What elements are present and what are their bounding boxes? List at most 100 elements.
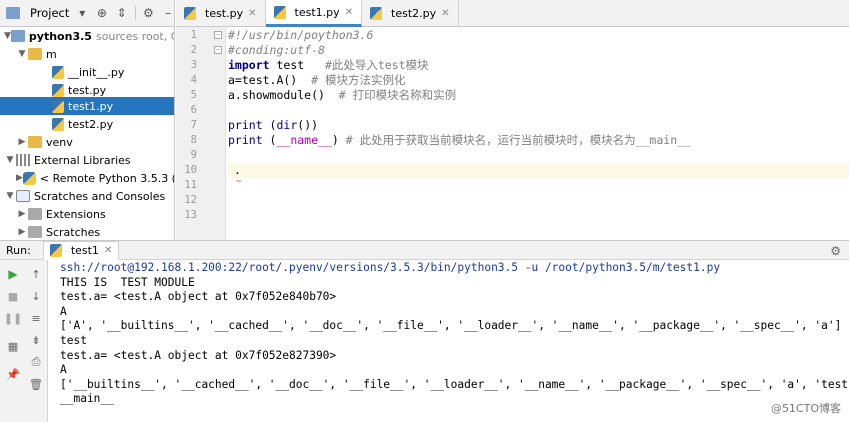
code-line-8: print (__name__) # 此处用于获取当前模块名，运行当前模块时，模…	[228, 133, 691, 148]
chevron-down-icon[interactable]: ▼	[16, 49, 28, 59]
run-tab-label: test1	[70, 244, 99, 257]
comment: # 打印模块名称和实例	[324, 88, 457, 102]
code-line-7: print (dir())	[228, 118, 318, 133]
fold-icon[interactable]: −	[214, 31, 222, 39]
gear-icon[interactable]: ⚙	[142, 6, 156, 20]
tab-test-py[interactable]: test.py ✕	[176, 0, 266, 27]
python-file-icon	[273, 5, 286, 19]
down-arrow-icon[interactable]: ↓	[28, 288, 44, 304]
code-text: (	[262, 133, 277, 147]
code-area[interactable]: #!/usr/bin/poython3.6 #conding:utf-8 imp…	[228, 27, 849, 240]
tab-label: test.py	[205, 7, 244, 20]
code-text: ())	[297, 118, 319, 132]
console-line: test.a= <test.A object at 0x7f052e827390…	[60, 348, 337, 362]
pause-icon[interactable]: ❚❚	[4, 310, 22, 326]
console-line: ssh://root@192.168.1.200:22/root/.pyenv/…	[60, 261, 721, 274]
locate-icon[interactable]: ⊕	[95, 6, 109, 20]
up-arrow-icon[interactable]: ↑	[28, 266, 44, 282]
line-number: 4	[190, 74, 197, 86]
chevron-down-icon[interactable]: ▼	[4, 191, 16, 201]
line-number: 10	[184, 164, 197, 176]
chevron-right-icon[interactable]: ▶	[16, 137, 28, 147]
console-line: ['A', '__builtins__', '__cached__', '__d…	[60, 319, 842, 333]
tree-item-external-libraries[interactable]: ▼ External Libraries	[0, 151, 174, 169]
line-number: 2	[190, 44, 197, 56]
code-line-1: #!/usr/bin/poython3.6	[228, 28, 373, 43]
rerun-icon[interactable]: ▶	[5, 266, 21, 282]
tree-item-label: Extensions	[46, 207, 106, 221]
console-line: test.a= <test.A object at 0x7f052e840b70…	[60, 290, 337, 304]
gear-icon[interactable]: ⚙	[830, 244, 841, 258]
keyword: import	[228, 58, 270, 72]
tree-item-venv[interactable]: ▶ venv	[0, 133, 174, 151]
console-line: A	[60, 363, 67, 377]
project-panel-title[interactable]: Project	[30, 6, 69, 20]
scroll-to-end-icon[interactable]: ⇟	[28, 332, 44, 348]
line-number: 12	[184, 194, 197, 206]
tree-item-python3.5[interactable]: ▼ python3.5 sources root, C:\	[0, 27, 174, 45]
tree-item-scratches-and-consoles[interactable]: ▼ Scratches and Consoles	[0, 187, 174, 205]
code-text: )	[331, 133, 339, 147]
print-icon[interactable]: ⎙	[28, 354, 44, 370]
soft-wrap-icon[interactable]: ≡	[28, 310, 44, 326]
scratches-icon	[16, 190, 30, 202]
python-file-icon	[52, 65, 64, 79]
collapse-all-icon[interactable]: ⇕	[115, 6, 129, 20]
tree-item-label: Scratches and Consoles	[34, 189, 166, 203]
chevron-down-icon[interactable]: ▼	[4, 31, 11, 41]
line-number: 13	[184, 209, 197, 221]
editor: test.py ✕ test1.py ✕ test2.py ✕ 1 2 3 4 …	[176, 0, 849, 240]
chevron-right-icon[interactable]: ▶	[16, 209, 28, 219]
tree-item-label: test.py	[68, 83, 107, 97]
python-interpreter-icon	[22, 171, 36, 185]
python-file-icon	[52, 83, 64, 97]
close-icon[interactable]: ✕	[104, 245, 112, 256]
builtin-function: dir	[276, 118, 298, 132]
console-output[interactable]: ssh://root@192.168.1.200:22/root/.pyenv/…	[49, 260, 849, 422]
python-file-icon	[184, 7, 196, 20]
code-line-10: .	[228, 163, 849, 178]
close-icon[interactable]: ✕	[248, 8, 256, 19]
editor-tab-bar: test.py ✕ test1.py ✕ test2.py ✕	[176, 0, 849, 27]
chevron-down-icon[interactable]: ▾	[75, 6, 89, 20]
close-icon[interactable]: ✕	[345, 7, 353, 18]
tab-label: test1.py	[294, 5, 340, 19]
comment: #!/usr/bin/poython3.6	[228, 28, 374, 42]
trash-icon[interactable]: 🗑	[28, 376, 44, 392]
tab-test2-py[interactable]: test2.py ✕	[362, 0, 459, 27]
tree-item-m[interactable]: ▼ m	[0, 45, 174, 63]
code-line-4: a=test.A() # 模块方法实例化	[228, 73, 405, 88]
line-number-gutter: 1 2 3 4 5 6 7 8 9 10 11 12 13 − −	[176, 27, 226, 240]
tab-test1-py[interactable]: test1.py ✕	[265, 0, 363, 27]
fold-icon[interactable]: −	[214, 46, 222, 54]
tree-item-test1[interactable]: test1.py	[0, 97, 174, 115]
comment: #conding:utf-8	[228, 43, 325, 57]
line-number: 9	[190, 149, 197, 161]
tree-item-scratches[interactable]: ▶ Scratches	[0, 223, 174, 240]
tree-item-label: m	[46, 47, 57, 61]
code-text: (	[262, 118, 277, 132]
folder-icon	[10, 30, 25, 42]
tree-item-remote-python[interactable]: ▶ < Remote Python 3.5.3 (s	[0, 169, 174, 187]
run-tab-test1[interactable]: test1 ✕	[42, 240, 120, 260]
run-label: Run:	[6, 243, 31, 257]
pin-icon[interactable]: 📌	[5, 366, 21, 382]
tree-item-init[interactable]: __init__.py	[0, 63, 174, 81]
tree-item-extensions[interactable]: ▶ Extensions	[0, 205, 174, 223]
line-number: 5	[190, 89, 197, 101]
python-file-icon	[52, 99, 64, 113]
stop-icon[interactable]: ■	[5, 288, 21, 304]
comment: # 此处用于获取当前模块名，运行当前模块时，模块名为__main__	[338, 133, 691, 147]
tree-item-test2[interactable]: test2.py	[0, 115, 174, 133]
comment: # 模块方法实例化	[297, 73, 406, 87]
chevron-right-icon[interactable]: ▶	[16, 227, 28, 237]
chevron-down-icon[interactable]: ▼	[4, 155, 16, 165]
hide-icon[interactable]: –	[161, 6, 174, 20]
error-squiggle: ~	[236, 177, 242, 187]
close-icon[interactable]: ✕	[441, 8, 449, 19]
python-file-icon	[52, 117, 64, 131]
builtin-function: print	[228, 133, 263, 147]
chevron-right-icon[interactable]: ▶	[16, 173, 23, 183]
tree-item-label: test2.py	[68, 117, 114, 131]
layout-icon[interactable]: ▦	[5, 338, 21, 354]
